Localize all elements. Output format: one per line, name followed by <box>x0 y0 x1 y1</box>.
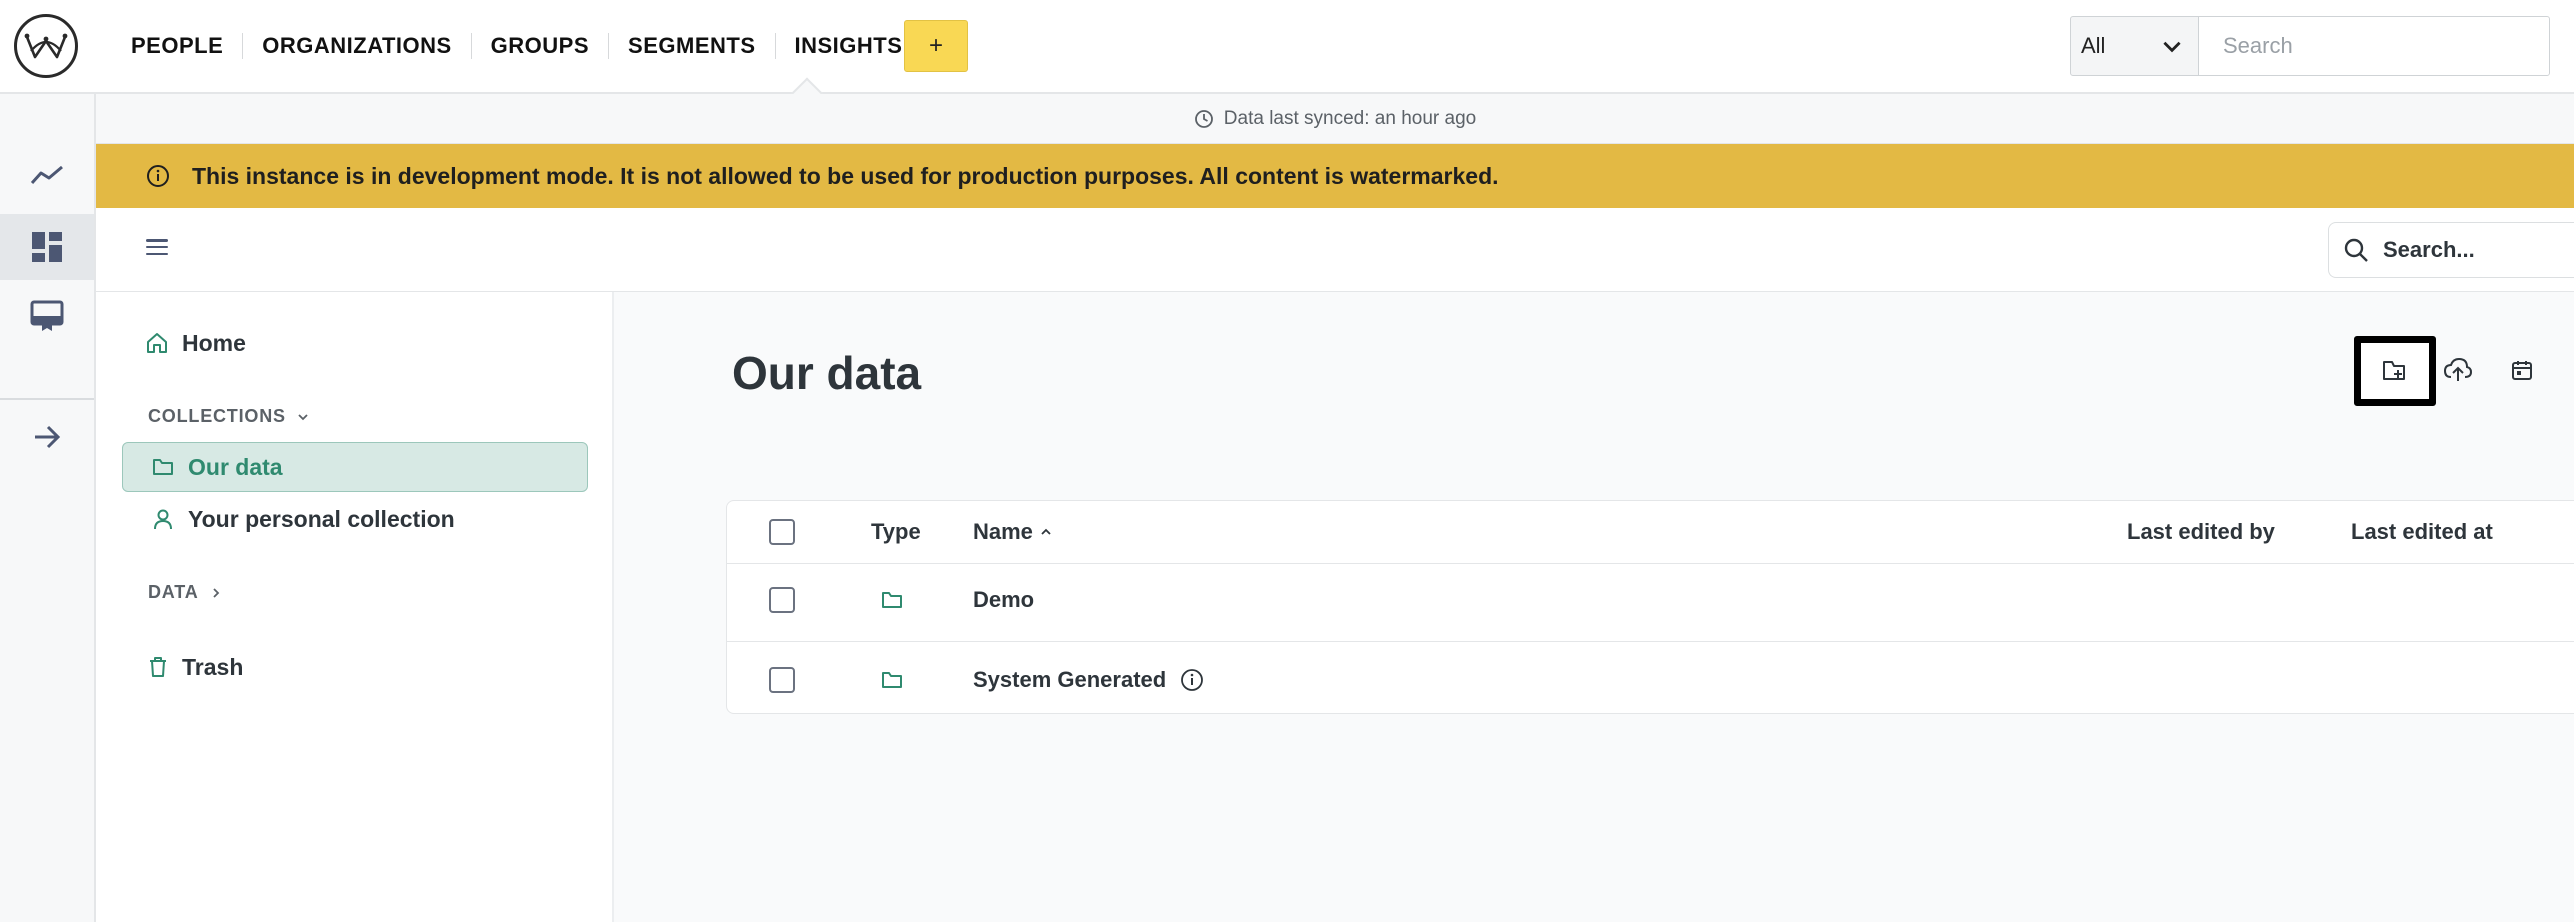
dev-mode-banner-text: This instance is in development mode. It… <box>192 162 1499 189</box>
app-logo[interactable] <box>14 14 78 78</box>
column-header-last-edited-at[interactable]: Last edited at <box>2351 501 2493 563</box>
cloud-upload-icon <box>2443 357 2473 381</box>
clock-icon <box>1194 109 1213 128</box>
select-all-checkbox[interactable] <box>769 519 795 545</box>
info-icon[interactable] <box>1180 668 1204 692</box>
collections-header-label: COLLECTIONS <box>148 406 286 426</box>
sidebar-item-trash-label: Trash <box>182 653 244 680</box>
rail-billboard[interactable] <box>0 284 94 350</box>
sidebar-item-home[interactable]: Home <box>146 328 246 358</box>
calendar-icon <box>2512 361 2532 380</box>
sidebar-item-home-label: Home <box>182 329 246 356</box>
sidebar-item-our-data-label: Our data <box>188 453 283 480</box>
row-checkbox-demo[interactable] <box>769 587 795 613</box>
sidebar-item-trash[interactable]: Trash <box>148 652 243 682</box>
search-icon <box>2344 238 2368 262</box>
chevron-down-icon <box>298 413 308 420</box>
dev-mode-banner: This instance is in development mode. It… <box>96 144 2574 208</box>
dashboard-grid-icon <box>32 232 62 262</box>
folder-icon <box>882 672 902 688</box>
collection-items-table: Type Name Last edited by Last edited at … <box>726 500 2574 714</box>
info-icon <box>147 165 169 187</box>
row-divider <box>727 563 2574 564</box>
data-header-label: DATA <box>148 582 199 602</box>
new-collection-button[interactable] <box>2354 336 2436 406</box>
crown-logo-icon <box>24 33 68 59</box>
sync-status-bar: Data last synced: an hour ago <box>96 94 2574 144</box>
nav-insights[interactable]: INSIGHTS <box>776 33 922 59</box>
main-nav: PEOPLE ORGANIZATIONS GROUPS SEGMENTS INS… <box>112 0 921 92</box>
column-header-last-edited-by[interactable]: Last edited by <box>2127 501 2275 563</box>
search-scope-select[interactable]: All <box>2070 16 2200 76</box>
add-button[interactable]: + <box>904 20 968 72</box>
trend-line-icon <box>30 165 63 185</box>
left-rail <box>0 94 96 922</box>
folder-icon <box>882 592 902 608</box>
row-checkbox-system-generated[interactable] <box>769 667 795 693</box>
column-header-name[interactable]: Name <box>973 501 1053 563</box>
nav-groups[interactable]: GROUPS <box>472 33 610 59</box>
global-search-input[interactable] <box>2198 16 2550 76</box>
billboard-icon <box>30 300 64 331</box>
app-root: PEOPLE ORGANIZATIONS GROUPS SEGMENTS INS… <box>0 0 2574 922</box>
row-name-system-generated[interactable]: System Generated <box>973 665 1204 695</box>
home-icon <box>147 333 167 353</box>
nav-segments[interactable]: SEGMENTS <box>609 33 776 59</box>
page-title: Our data <box>732 347 922 399</box>
chevron-right-icon <box>212 587 219 598</box>
row-type-system-generated <box>881 665 903 695</box>
folder-icon <box>153 459 173 475</box>
collections-sidebar: Home COLLECTIONS Our data Your personal … <box>96 292 614 922</box>
rail-dashboards[interactable] <box>0 214 94 280</box>
column-header-name-label: Name <box>973 519 1033 544</box>
events-timeline-button[interactable] <box>2490 338 2554 402</box>
upload-button[interactable] <box>2426 338 2490 402</box>
rail-divider <box>0 398 94 400</box>
column-header-type[interactable]: Type <box>871 501 921 563</box>
row-type-demo <box>881 585 903 615</box>
trash-icon <box>150 657 166 677</box>
person-icon <box>154 509 172 530</box>
rail-expand[interactable] <box>0 404 94 470</box>
main-content: Our data Type Name Last edited by Last e… <box>614 292 2574 922</box>
collections-header[interactable]: COLLECTIONS <box>148 406 310 427</box>
menu-toggle-icon[interactable] <box>146 236 168 258</box>
arrow-right-icon <box>35 425 61 449</box>
collection-search-placeholder: Search... <box>2383 237 2475 262</box>
sidebar-item-personal-collection-label: Your personal collection <box>188 505 455 532</box>
row-name-demo[interactable]: Demo <box>973 585 1034 615</box>
sidebar-item-personal-collection[interactable]: Your personal collection <box>152 504 455 534</box>
content-toolbar: Search... <box>96 208 2574 292</box>
search-scope-value: All <box>2081 33 2106 58</box>
folder-plus-icon <box>2383 361 2405 380</box>
collection-search[interactable]: Search... <box>2328 222 2574 278</box>
nav-organizations[interactable]: ORGANIZATIONS <box>243 33 472 59</box>
chevron-down-icon <box>2163 41 2181 53</box>
sort-ascending-icon <box>1041 528 1051 535</box>
rail-analytics[interactable] <box>0 142 94 208</box>
sync-status-text: Data last synced: an hour ago <box>1223 107 1477 129</box>
row-divider <box>727 641 2574 642</box>
sidebar-item-our-data[interactable]: Our data <box>152 452 283 482</box>
data-header[interactable]: DATA <box>148 582 223 603</box>
row-name-system-generated-label: System Generated <box>973 667 1167 692</box>
nav-people[interactable]: PEOPLE <box>112 33 244 59</box>
top-navigation: PEOPLE ORGANIZATIONS GROUPS SEGMENTS INS… <box>0 0 2574 94</box>
